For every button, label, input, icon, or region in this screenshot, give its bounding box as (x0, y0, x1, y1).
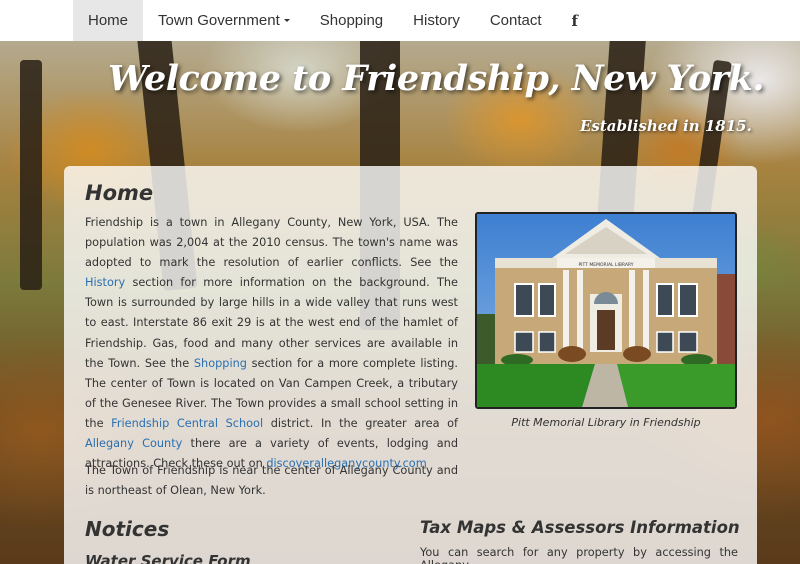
top-navbar: Home Town Government Shopping History Co… (0, 0, 800, 41)
facebook-icon: f (571, 11, 578, 30)
library-sign-text: PITT MEMORIAL LIBRARY (578, 262, 633, 268)
nav-history[interactable]: History (398, 0, 475, 41)
hero-title: Welcome to Friendship, New York. (108, 58, 765, 99)
text-segment: Friendship is a town in Allegany County,… (85, 216, 458, 270)
tax-maps-heading: Tax Maps & Assessors Information (420, 518, 740, 537)
home-heading: Home (85, 181, 154, 205)
nav-town-government-label: Town Government (158, 12, 280, 29)
facebook-link[interactable]: f (557, 0, 593, 41)
shopping-link[interactable]: Shopping (194, 357, 247, 370)
nav-shopping[interactable]: Shopping (305, 0, 398, 41)
text-segment: section for more information on the back… (85, 276, 458, 370)
allegany-county-link[interactable]: Allegany County (85, 437, 182, 450)
photo-caption: Pitt Memorial Library in Friendship (511, 416, 701, 429)
notices-heading: Notices (85, 517, 170, 541)
caret-down-icon (283, 19, 290, 22)
nav-town-government[interactable]: Town Government (143, 0, 305, 41)
nav-home[interactable]: Home (73, 0, 144, 41)
library-photo: PITT MEMORIAL LIBRARY (475, 212, 737, 409)
history-link[interactable]: History (85, 276, 125, 289)
friendship-central-school-link[interactable]: Friendship Central School (111, 417, 263, 430)
hero-subtitle: Established in 1815. (580, 117, 752, 135)
home-paragraph-2: The Town of Friendship is near the cente… (85, 464, 458, 498)
tax-maps-text: You can search for any property by acces… (420, 546, 738, 564)
water-service-form-heading: Water Service Form (85, 552, 251, 564)
home-paragraph-1: Friendship is a town in Allegany County,… (85, 213, 458, 474)
text-segment: district. In the greater area of (263, 416, 458, 430)
nav-contact[interactable]: Contact (475, 0, 557, 41)
